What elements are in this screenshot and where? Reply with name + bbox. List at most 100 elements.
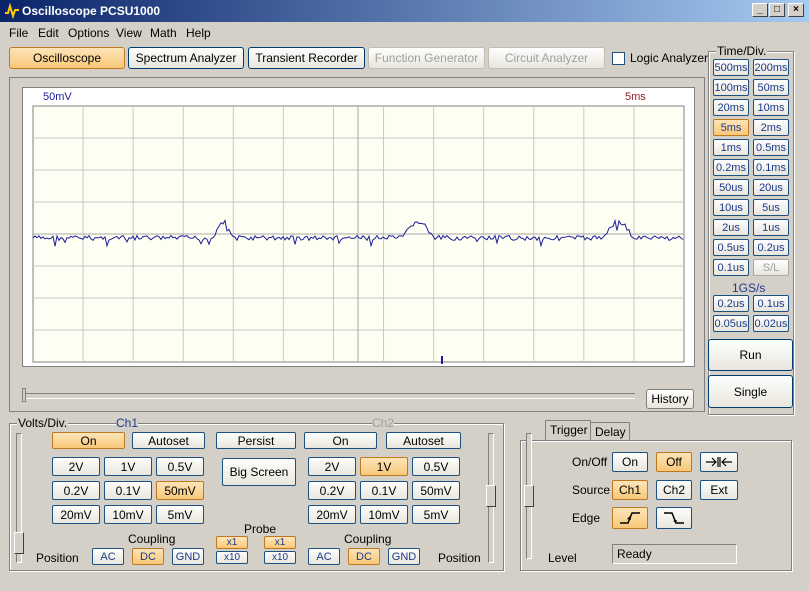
menu-edit[interactable]: Edit — [38, 26, 59, 40]
ch2-dc-button[interactable]: DC — [348, 548, 380, 565]
ch1-on-button[interactable]: On — [52, 432, 125, 449]
logic-analyzer-checkbox[interactable] — [612, 52, 625, 65]
scope-graticule — [32, 105, 685, 364]
menu-file[interactable]: File — [9, 26, 28, 40]
ch1-range-20mv-button[interactable]: 20mV — [52, 505, 100, 524]
scope-screen[interactable]: 50mV 5ms — [22, 87, 695, 367]
maximize-button[interactable]: □ — [769, 3, 785, 17]
timediv-200ms-button[interactable]: 200ms — [753, 59, 789, 76]
ch1-range-50mv-button[interactable]: 50mV — [156, 481, 204, 500]
timediv-0-5us-button[interactable]: 0.5us — [713, 239, 749, 256]
trigger-center-button[interactable] — [700, 452, 738, 472]
timediv-0-2ms-button[interactable]: 0.2ms — [713, 159, 749, 176]
timediv-extra-0-1us-button[interactable]: 0.1us — [753, 295, 789, 312]
timediv-0-1us-button[interactable]: 0.1us — [713, 259, 749, 276]
trigger-on-button[interactable]: On — [612, 452, 648, 472]
ch2-gnd-button[interactable]: GND — [388, 548, 420, 565]
ch2-position-thumb[interactable] — [486, 485, 496, 507]
ch2-label: Ch2 — [372, 416, 395, 430]
timediv-0-5ms-button[interactable]: 0.5ms — [753, 139, 789, 156]
timediv-5ms-button[interactable]: 5ms — [713, 119, 749, 136]
timediv-5us-button[interactable]: 5us — [753, 199, 789, 216]
ch1-gnd-button[interactable]: GND — [172, 548, 204, 565]
menu-view[interactable]: View — [116, 26, 142, 40]
timediv-10ms-button[interactable]: 10ms — [753, 99, 789, 116]
timediv-1ms-button[interactable]: 1ms — [713, 139, 749, 156]
timediv-2ms-button[interactable]: 2ms — [753, 119, 789, 136]
timediv-0-2us-button[interactable]: 0.2us — [753, 239, 789, 256]
ch2-range-1v-button[interactable]: 1V — [360, 457, 408, 476]
ch1-range-10mv-button[interactable]: 10mV — [104, 505, 152, 524]
ch2-on-button[interactable]: On — [304, 432, 377, 449]
timediv-s-l-button: S/L — [753, 259, 789, 276]
trigger-source-ch1-button[interactable]: Ch1 — [612, 480, 648, 500]
ch2-probe-x10-button[interactable]: x10 — [264, 551, 296, 564]
ch2-range-5mv-button[interactable]: 5mV — [412, 505, 460, 524]
ch2-probe-x1-button[interactable]: x1 — [264, 536, 296, 549]
ch1-range-5mv-button[interactable]: 5mV — [156, 505, 204, 524]
history-scrollbar[interactable] — [22, 393, 635, 399]
minimize-button[interactable]: _ — [752, 3, 768, 17]
ch1-probe-x10-button[interactable]: x10 — [216, 551, 248, 564]
ch2-range-0-1v-button[interactable]: 0.1V — [360, 481, 408, 500]
single-button[interactable]: Single — [708, 375, 793, 408]
trigger-falling-edge-button[interactable] — [656, 507, 692, 529]
timediv-0-1ms-button[interactable]: 0.1ms — [753, 159, 789, 176]
ch1-autoset-button[interactable]: Autoset — [132, 432, 205, 449]
history-button[interactable]: History — [646, 389, 694, 409]
ch2-range-0-5v-button[interactable]: 0.5V — [412, 457, 460, 476]
ch1-coupling-label: Coupling — [128, 532, 176, 546]
timediv-10us-button[interactable]: 10us — [713, 199, 749, 216]
ch2-ac-button[interactable]: AC — [308, 548, 340, 565]
circuit-analyzer-button: Circuit Analyzer — [488, 47, 605, 69]
ch2-range-10mv-button[interactable]: 10mV — [360, 505, 408, 524]
ch2-coupling-label: Coupling — [344, 532, 392, 546]
tab-trigger[interactable]: Trigger — [545, 420, 591, 440]
timediv-extra-0-05us-button[interactable]: 0.05us — [713, 315, 749, 332]
trigger-rising-edge-button[interactable] — [612, 507, 648, 529]
ch1-probe-x1-button[interactable]: x1 — [216, 536, 248, 549]
volts-div-readout: 50mV — [43, 91, 72, 103]
timediv-1us-button[interactable]: 1us — [753, 219, 789, 236]
timediv-50ms-button[interactable]: 50ms — [753, 79, 789, 96]
timediv-500ms-button[interactable]: 500ms — [713, 59, 749, 76]
tab-delay[interactable]: Delay — [590, 422, 630, 440]
ch1-range-0-1v-button[interactable]: 0.1V — [104, 481, 152, 500]
menu-options[interactable]: Options — [68, 26, 109, 40]
ch1-range-2v-button[interactable]: 2V — [52, 457, 100, 476]
ch1-position-thumb[interactable] — [14, 532, 24, 554]
timediv-100ms-button[interactable]: 100ms — [713, 79, 749, 96]
timediv-20us-button[interactable]: 20us — [753, 179, 789, 196]
transient-recorder-button[interactable]: Transient Recorder — [248, 47, 365, 69]
ch2-autoset-button[interactable]: Autoset — [386, 432, 461, 449]
ch1-dc-button[interactable]: DC — [132, 548, 164, 565]
spectrum-analyzer-button[interactable]: Spectrum Analyzer — [128, 47, 244, 69]
menu-math[interactable]: Math — [150, 26, 177, 40]
oscilloscope-mode-button[interactable]: Oscilloscope — [9, 47, 125, 69]
ch1-range-0-5v-button[interactable]: 0.5V — [156, 457, 204, 476]
ch2-range-50mv-button[interactable]: 50mV — [412, 481, 460, 500]
trigger-level-thumb[interactable] — [524, 485, 534, 507]
timediv-extra-0-2us-button[interactable]: 0.2us — [713, 295, 749, 312]
timediv-50us-button[interactable]: 50us — [713, 179, 749, 196]
ch2-range-20mv-button[interactable]: 20mV — [308, 505, 356, 524]
function-generator-button: Function Generator — [368, 47, 485, 69]
big-screen-button[interactable]: Big Screen — [222, 458, 296, 486]
close-button[interactable]: × — [788, 3, 804, 17]
menu-help[interactable]: Help — [186, 26, 211, 40]
trigger-source-ch2-button[interactable]: Ch2 — [656, 480, 692, 500]
timediv-extra-0-02us-button[interactable]: 0.02us — [753, 315, 789, 332]
ch2-range-2v-button[interactable]: 2V — [308, 457, 356, 476]
history-scroll-thumb[interactable] — [22, 388, 26, 402]
ch2-range-0-2v-button[interactable]: 0.2V — [308, 481, 356, 500]
ch1-range-1v-button[interactable]: 1V — [104, 457, 152, 476]
rising-edge-icon — [620, 512, 640, 524]
ch1-range-0-2v-button[interactable]: 0.2V — [52, 481, 100, 500]
run-button[interactable]: Run — [708, 339, 793, 371]
persist-button[interactable]: Persist — [216, 432, 296, 449]
timediv-20ms-button[interactable]: 20ms — [713, 99, 749, 116]
trigger-source-ext-button[interactable]: Ext — [700, 480, 738, 500]
timediv-2us-button[interactable]: 2us — [713, 219, 749, 236]
ch1-ac-button[interactable]: AC — [92, 548, 124, 565]
trigger-off-button[interactable]: Off — [656, 452, 692, 472]
